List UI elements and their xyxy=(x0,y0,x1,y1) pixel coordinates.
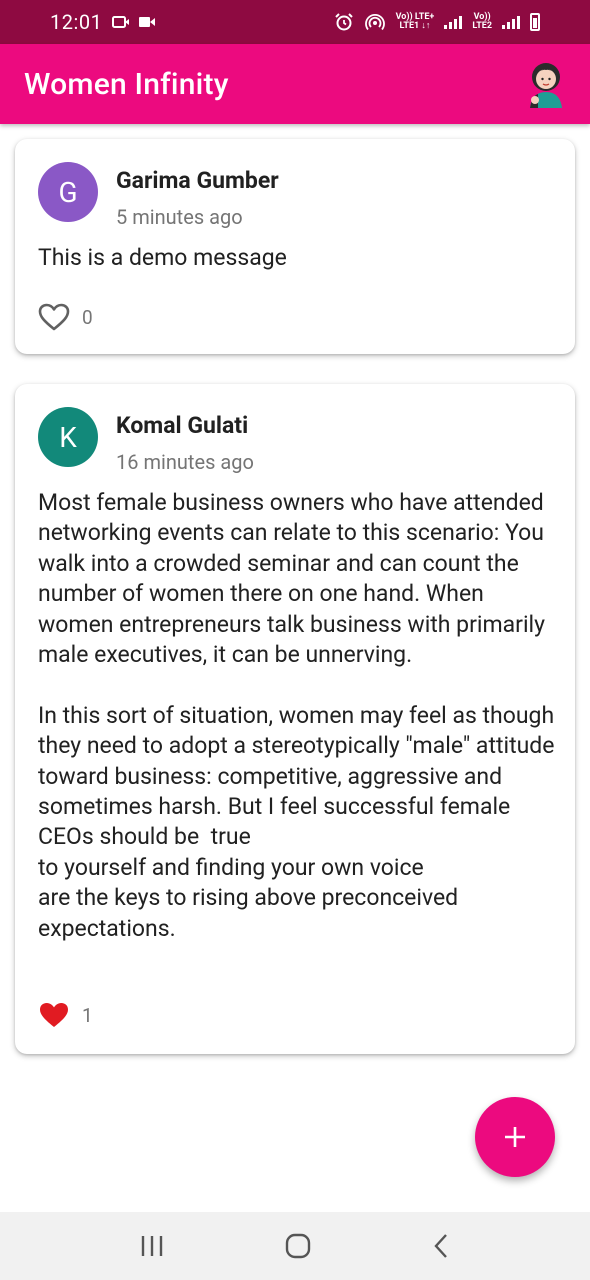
like-count: 1 xyxy=(82,1003,93,1027)
alarm-icon xyxy=(334,13,353,31)
signal-strength-icon xyxy=(444,15,463,29)
post-card[interactable]: G Garima Gumber 5 minutes ago This is a … xyxy=(15,139,575,354)
like-row: 0 xyxy=(38,303,93,331)
author-avatar[interactable]: K xyxy=(38,407,98,467)
author-name: Komal Gulati xyxy=(116,412,249,439)
home-icon[interactable] xyxy=(284,1232,312,1260)
system-navigation-bar xyxy=(0,1212,590,1280)
post-card[interactable]: K Komal Gulati 16 minutes ago Most femal… xyxy=(15,384,575,1054)
battery-icon xyxy=(530,13,540,31)
signal-strength-icon xyxy=(502,15,520,29)
heart-filled-icon[interactable] xyxy=(38,1001,70,1029)
recent-apps-icon[interactable] xyxy=(139,1234,165,1258)
screen-cast-icon xyxy=(112,16,130,28)
hotspot-icon xyxy=(364,14,385,31)
video-camera-icon xyxy=(139,17,156,27)
app-bar: Women Infinity xyxy=(0,44,590,124)
status-bar: 12:01 Vo)) LTE+ LTE1 ↓↑ Vo)) LTE2 xyxy=(0,0,590,44)
sim1-network-label: Vo)) LTE+ LTE1 ↓↑ xyxy=(395,12,435,31)
heart-outline-icon[interactable] xyxy=(38,303,70,331)
post-message: Most female business owners who have att… xyxy=(38,489,555,942)
post-message: This is a demo message xyxy=(38,244,287,271)
like-count: 0 xyxy=(82,305,93,329)
plus-icon xyxy=(505,1127,525,1147)
author-name: Garima Gumber xyxy=(116,167,279,194)
post-timestamp: 5 minutes ago xyxy=(116,205,243,229)
post-timestamp: 16 minutes ago xyxy=(116,450,254,474)
app-title: Women Infinity xyxy=(24,66,229,102)
add-post-button[interactable] xyxy=(475,1097,555,1177)
woman-avatar-icon[interactable] xyxy=(526,60,566,108)
back-icon[interactable] xyxy=(431,1232,451,1260)
author-avatar[interactable]: G xyxy=(38,162,98,222)
sim2-network-label: Vo)) LTE2 xyxy=(472,12,492,31)
like-row: 1 xyxy=(38,1001,93,1029)
status-time: 12:01 xyxy=(50,10,103,34)
